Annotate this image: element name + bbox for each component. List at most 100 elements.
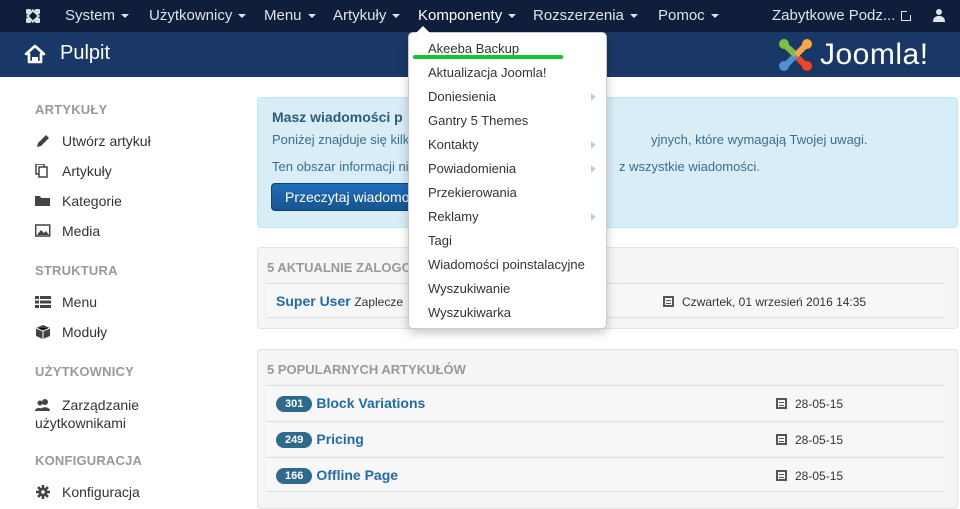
- caret-down-icon: [629, 14, 638, 19]
- dropdown-item-joomla-update[interactable]: Aktualizacja Joomla!: [409, 61, 606, 85]
- caret-down-icon: [508, 14, 517, 19]
- caret-down-icon: [392, 14, 401, 19]
- joomla-logo: Joomla!: [776, 36, 960, 74]
- sidebar-item-configuration[interactable]: Konfiguracja: [35, 484, 140, 500]
- article-link[interactable]: Pricing: [316, 431, 363, 447]
- article-date: 28-05-15: [795, 433, 844, 447]
- sidebar-item-create-article[interactable]: Utwórz artykuł: [35, 133, 151, 149]
- sidebar-item-articles[interactable]: Artykuły: [35, 163, 112, 179]
- dropdown-item-label: Kontakty: [428, 137, 479, 152]
- logged-users-panel: 5 AKTUALNIE ZALOGO Super User Zaplecze C…: [257, 247, 958, 329]
- highlight-underline: [413, 55, 563, 59]
- users-icon: [35, 398, 51, 412]
- calendar-icon: [776, 434, 787, 445]
- dropdown-arrow: [416, 26, 430, 33]
- article-link[interactable]: Block Variations: [316, 395, 425, 411]
- dropdown-item-label: Przekierowania: [428, 185, 517, 200]
- sidebar-item-media[interactable]: Media: [34, 223, 101, 239]
- sidebar-item-label: Moduły: [62, 324, 108, 340]
- dropdown-item-label: Wiadomości poinstalacyjne: [428, 257, 585, 272]
- dropdown-item-label: Gantry 5 Themes: [428, 113, 529, 128]
- caret-down-icon: [307, 14, 316, 19]
- sidebar-item-modules[interactable]: Moduły: [35, 324, 107, 340]
- sidebar-item-label: Media: [62, 223, 101, 239]
- table-row: 301 Block Variations 28-05-15: [267, 385, 944, 420]
- postinstall-messages-alert: Masz wiadomości p Poniżej znajduje się k…: [257, 97, 958, 228]
- sidebar-heading-configuration: KONFIGURACJA: [35, 453, 143, 468]
- menu-articles[interactable]: Artykuły: [333, 0, 401, 32]
- cube-icon: [35, 325, 51, 339]
- menu-users[interactable]: Użytkownicy: [149, 0, 247, 32]
- dropdown-item-label: Doniesienia: [428, 89, 496, 104]
- menu-label: Menu: [264, 7, 302, 24]
- menu-label: System: [65, 7, 116, 24]
- alert-text-1-right: yjnych, które wymagają Twojej uwagi.: [651, 132, 868, 147]
- calendar-icon: [776, 398, 787, 409]
- article-link[interactable]: Offline Page: [316, 467, 398, 483]
- home-icon: [24, 44, 46, 64]
- sidebar-heading-users: UŻYTKOWNICY: [35, 364, 134, 379]
- submenu-arrow-icon: [591, 93, 596, 101]
- menu-components[interactable]: Komponenty: [418, 0, 517, 32]
- panel-title: 5 AKTUALNIE ZALOGO: [267, 260, 412, 275]
- user-area: Zaplecze: [354, 295, 404, 309]
- table-row: 166 Offline Page 28-05-15: [267, 457, 944, 492]
- alert-title: Masz wiadomości p: [272, 109, 403, 125]
- calendar-icon: [776, 470, 787, 481]
- stack-icon: [35, 163, 51, 178]
- panel-title: 5 POPULARNYCH ARTYKUŁÓW: [267, 362, 466, 377]
- folder-icon: [35, 194, 51, 208]
- joomla-logo-icon: [779, 39, 812, 71]
- site-link[interactable]: Zabytkowe Podz...: [772, 0, 914, 32]
- sidebar-item-label: Konfiguracja: [62, 484, 140, 500]
- dropdown-item-newsfeeds[interactable]: Doniesienia: [409, 85, 606, 109]
- components-dropdown-menu: Akeeba Backup Aktualizacja Joomla! Donie…: [408, 26, 607, 329]
- dropdown-item-search[interactable]: Wyszukiwanie: [409, 277, 606, 301]
- sidebar-item-menu[interactable]: Menu: [35, 294, 97, 310]
- dropdown-item-label: Reklamy: [428, 209, 479, 224]
- alert-text-2-left: Ten obszar informacji ni: [272, 159, 409, 174]
- menu-label: Artykuły: [333, 7, 387, 24]
- menu-help[interactable]: Pomoc: [658, 0, 719, 32]
- user-icon[interactable]: [933, 9, 945, 23]
- popular-articles-panel: 5 POPULARNYCH ARTYKUŁÓW 301 Block Variati…: [257, 349, 958, 509]
- dropdown-item-messaging[interactable]: Powiadomienia: [409, 157, 606, 181]
- gear-icon: [35, 485, 51, 499]
- sidebar-item-label: Artykuły: [62, 163, 112, 179]
- dropdown-item-banners[interactable]: Reklamy: [409, 205, 606, 229]
- alert-text-2: Ten obszar informacji ni: [272, 159, 409, 174]
- menu-label: Rozszerzenia: [533, 7, 624, 24]
- joomla-wordmark: Joomla!: [820, 38, 929, 71]
- sidebar-heading-structure: STRUKTURA: [35, 263, 118, 278]
- dropdown-item-postinstall[interactable]: Wiadomości poinstalacyjne: [409, 253, 606, 277]
- article-date: 28-05-15: [795, 469, 844, 483]
- joomla-icon[interactable]: [24, 7, 42, 25]
- dropdown-item-label: Powiadomienia: [428, 161, 517, 176]
- dropdown-item-label: Wyszukiwarka: [428, 305, 511, 320]
- user-link[interactable]: Super User: [276, 293, 351, 309]
- menu-label: Pomoc: [658, 7, 705, 24]
- submenu-arrow-icon: [591, 213, 596, 221]
- list-icon: [35, 295, 51, 309]
- menu-system[interactable]: System: [65, 0, 130, 32]
- sidebar-item-label: Kategorie: [62, 193, 122, 209]
- caret-down-icon: [710, 14, 719, 19]
- page-title: Pulpit: [60, 42, 111, 64]
- dropdown-item-label: Akeeba Backup: [428, 41, 520, 56]
- hits-badge: 166: [276, 468, 313, 484]
- menu-menu[interactable]: Menu: [264, 0, 316, 32]
- menu-label: Użytkownicy: [149, 7, 233, 24]
- dropdown-item-gantry[interactable]: Gantry 5 Themes: [409, 109, 606, 133]
- menu-extensions[interactable]: Rozszerzenia: [533, 0, 638, 32]
- alert-text-1-left: Poniżej znajduje się kilk: [272, 132, 410, 147]
- dropdown-item-contacts[interactable]: Kontakty: [409, 133, 606, 157]
- pencil-icon: [35, 134, 51, 148]
- dropdown-item-tags[interactable]: Tagi: [409, 229, 606, 253]
- dropdown-item-label: Aktualizacja Joomla!: [428, 65, 547, 80]
- sidebar-item-user-manager[interactable]: Zarządzanie użytkownikami: [35, 396, 139, 432]
- dropdown-item-redirects[interactable]: Przekierowania: [409, 181, 606, 205]
- sidebar-item-categories[interactable]: Kategorie: [35, 193, 122, 209]
- image-icon: [34, 224, 51, 238]
- sidebar-heading-articles: ARTYKUŁY: [35, 102, 108, 117]
- dropdown-item-smart-search[interactable]: Wyszukiwarka: [409, 301, 606, 325]
